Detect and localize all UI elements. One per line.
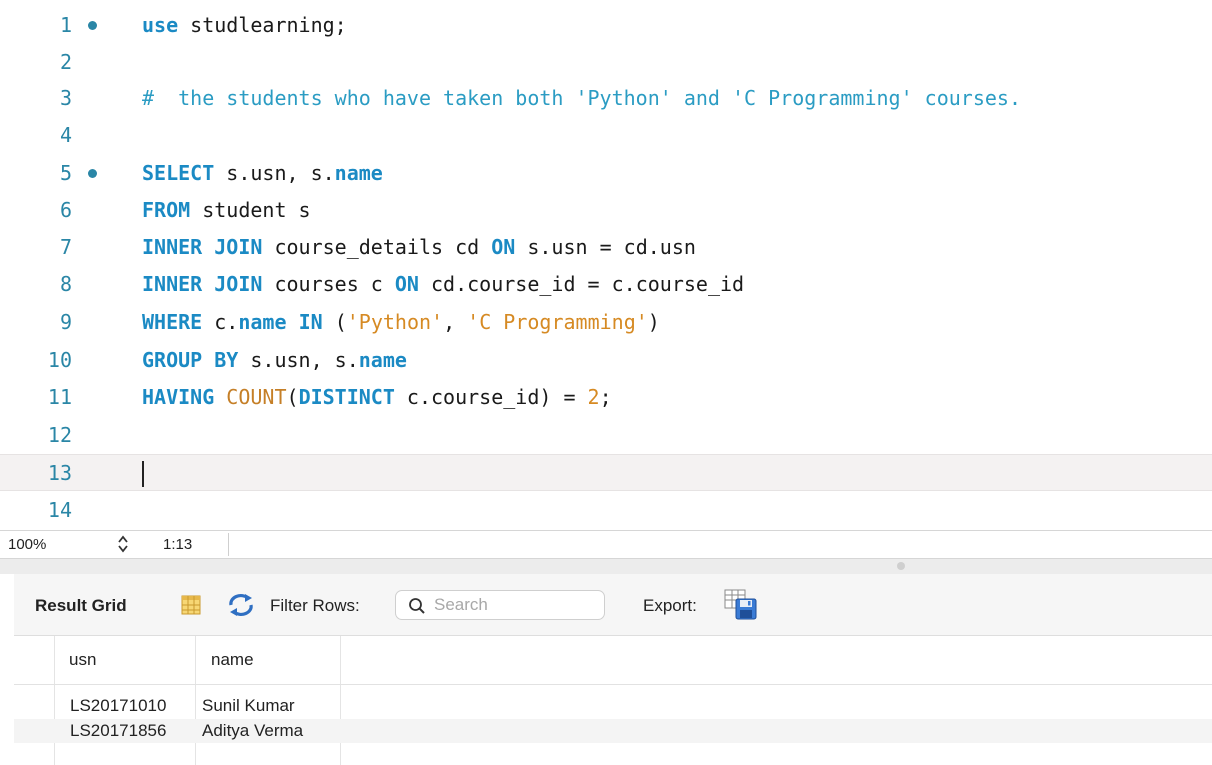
panel-splitter[interactable] (0, 559, 1212, 574)
up-down-stepper-icon[interactable] (116, 534, 130, 558)
result-toolbar: Result Grid Filter Rows: Export: (14, 574, 1212, 636)
code-text: HAVING COUNT(DISTINCT c.course_id) = 2; (142, 385, 612, 409)
filter-search-box[interactable] (395, 590, 605, 620)
filter-rows-label: Filter Rows: (270, 596, 360, 615)
line-number: 14 (47, 498, 72, 522)
code-line-2[interactable]: 2 (0, 44, 1212, 81)
column-header-usn[interactable]: usn (69, 650, 96, 670)
code-text: GROUP BY s.usn, s.name (142, 348, 407, 372)
line-number: 3 (59, 86, 72, 110)
line-number: 12 (47, 423, 72, 447)
zoom-level: 100% (8, 536, 47, 553)
line-number: 1 (59, 13, 72, 37)
code-line-9[interactable]: 9 WHERE c.name IN ('Python', 'C Programm… (0, 304, 1212, 341)
filter-search-input[interactable] (434, 593, 594, 617)
column-header-name[interactable]: name (211, 650, 254, 670)
grid-columns-icon[interactable] (180, 594, 202, 621)
code-line-11[interactable]: 11 HAVING COUNT(DISTINCT c.course_id) = … (0, 379, 1212, 416)
code-line-13-current[interactable]: 13 (0, 454, 1212, 491)
cursor-position: 1:13 (163, 536, 193, 553)
code-line-8[interactable]: 8 INNER JOIN courses c ON cd.course_id =… (0, 266, 1212, 303)
code-text: FROM student s (142, 198, 311, 222)
statement-marker-dot-icon (88, 169, 97, 178)
code-line-6[interactable]: 6 FROM student s (0, 192, 1212, 229)
code-line-3[interactable]: 3 # the students who have taken both 'Py… (0, 80, 1212, 117)
line-number: 11 (47, 385, 72, 409)
cell-name[interactable]: Sunil Kumar (202, 696, 295, 716)
code-text: # the students who have taken both 'Pyth… (142, 80, 1021, 117)
export-label: Export: (643, 596, 697, 615)
code-text: use studlearning; (142, 13, 347, 37)
code-text: SELECT s.usn, s.name (142, 161, 383, 185)
result-grid-tab[interactable]: Result Grid (35, 596, 127, 616)
code-line-4[interactable]: 4 (0, 117, 1212, 154)
code-line-7[interactable]: 7 INNER JOIN course_details cd ON s.usn … (0, 229, 1212, 266)
line-number: 7 (59, 235, 72, 259)
code-line-12[interactable]: 12 (0, 417, 1212, 454)
search-icon (408, 597, 426, 620)
line-number: 2 (59, 50, 72, 74)
line-number: 4 (59, 123, 72, 147)
line-number: 5 (59, 161, 72, 185)
line-number: 10 (47, 348, 72, 372)
editor-status-bar: 100% 1:13 (0, 530, 1212, 559)
grid-header: usn name (14, 636, 1212, 685)
code-line-1[interactable]: 1 use studlearning; (0, 7, 1212, 44)
code-line-14[interactable]: 14 (0, 492, 1212, 529)
cell-usn[interactable]: LS20171856 (70, 721, 166, 741)
code-text: INNER JOIN courses c ON cd.course_id = c… (142, 272, 745, 296)
table-row[interactable]: LS20171010 Sunil Kumar (14, 694, 1212, 718)
sql-comment: # the students who have taken both 'Pyth… (142, 86, 1021, 110)
code-text: WHERE c.name IN ('Python', 'C Programmin… (142, 310, 660, 334)
line-number: 6 (59, 198, 72, 222)
sql-editor[interactable]: 1 use studlearning; 2 3 # the students w… (0, 0, 1212, 530)
line-number: 13 (47, 461, 72, 485)
status-divider (228, 533, 229, 556)
result-grid[interactable]: usn name LS20171010 Sunil Kumar LS201718… (14, 636, 1212, 765)
statement-marker-dot-icon (88, 21, 97, 30)
cell-name[interactable]: Aditya Verma (202, 721, 303, 741)
line-number: 9 (59, 310, 72, 334)
line-number: 8 (59, 272, 72, 296)
table-row[interactable]: LS20171856 Aditya Verma (14, 719, 1212, 743)
text-caret (142, 461, 144, 487)
code-text: INNER JOIN course_details cd ON s.usn = … (142, 235, 696, 259)
cell-usn[interactable]: LS20171010 (70, 696, 166, 716)
splitter-handle-icon[interactable] (897, 562, 905, 570)
export-save-icon[interactable] (724, 589, 758, 626)
code-line-5[interactable]: 5 SELECT s.usn, s.name (0, 155, 1212, 192)
refresh-icon[interactable] (226, 592, 256, 623)
code-line-10[interactable]: 10 GROUP BY s.usn, s.name (0, 342, 1212, 379)
